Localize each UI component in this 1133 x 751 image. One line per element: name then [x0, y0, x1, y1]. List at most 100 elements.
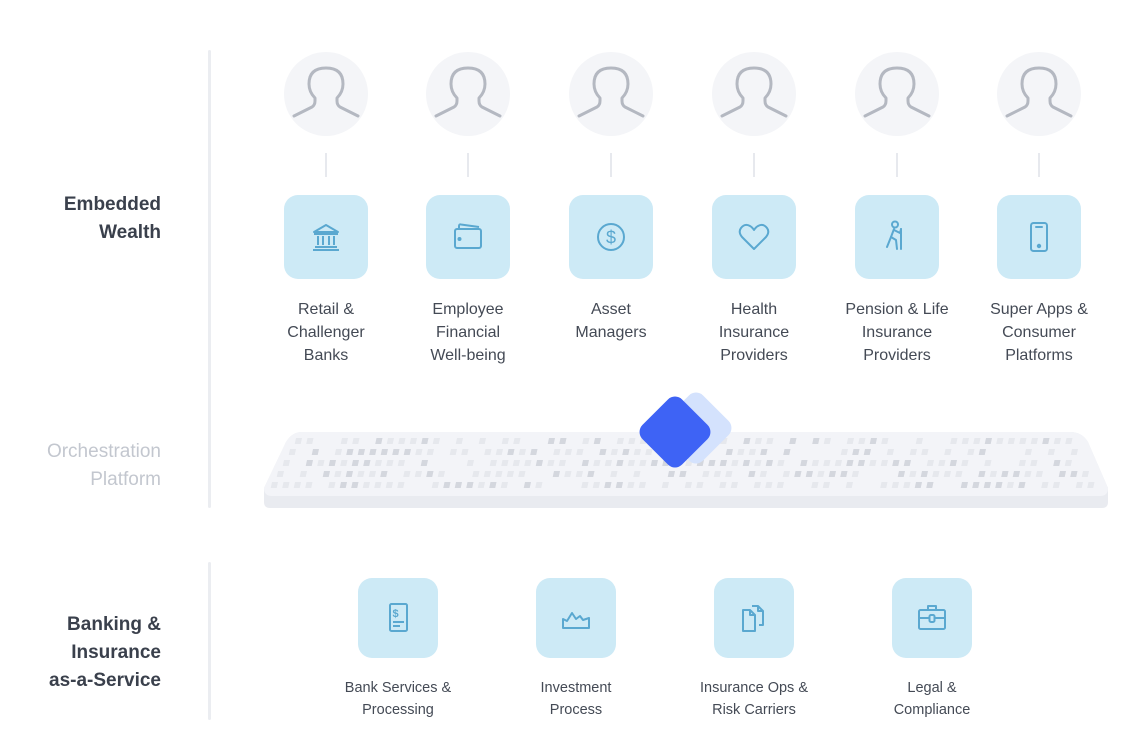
platform-cell — [409, 438, 418, 444]
wallet-icon — [454, 223, 482, 249]
platform-cell — [535, 460, 543, 466]
segment-tile — [997, 195, 1081, 279]
platform-cell — [328, 482, 336, 488]
platform-cell — [766, 438, 774, 444]
platform-cell — [363, 460, 371, 466]
segment-label: Retail & Challenger Banks — [287, 301, 365, 364]
platform-cell — [674, 438, 682, 444]
platform-cell — [466, 482, 474, 488]
platform-cell — [535, 482, 543, 488]
platform-cell — [518, 449, 527, 455]
platform-cell — [414, 471, 422, 477]
platform-cell — [639, 460, 647, 466]
platform-cell — [702, 471, 710, 477]
platform-cell — [593, 460, 601, 466]
platform-cell — [840, 471, 848, 477]
platform-cell — [431, 482, 440, 488]
platform-cell — [552, 471, 561, 477]
platform-cell — [967, 449, 975, 455]
platform-cell — [645, 449, 653, 455]
platform-cell — [978, 471, 986, 477]
platform-cell — [892, 460, 900, 466]
platform-cell — [921, 449, 929, 455]
platform-cell — [719, 482, 727, 488]
platform-cell — [1070, 471, 1078, 477]
platform-cell — [1070, 449, 1078, 455]
platform-cell — [523, 482, 532, 488]
platform-cell — [311, 449, 319, 455]
platform-cell — [1053, 460, 1061, 466]
platform-cell — [805, 471, 813, 477]
platform-cell — [604, 460, 612, 466]
platform-cell — [1024, 471, 1032, 477]
platform-cell — [782, 471, 790, 477]
platform-cell — [633, 449, 642, 455]
platform-cell — [328, 460, 336, 466]
segment-tile — [712, 195, 796, 279]
platform-cell — [443, 482, 451, 488]
platform-cell — [915, 438, 924, 444]
platform-cell — [789, 438, 797, 444]
platform-cell — [420, 460, 428, 466]
platform-cell — [828, 471, 836, 477]
platform-cell — [449, 449, 457, 455]
platform-cell — [415, 449, 423, 455]
platform-cell — [661, 482, 669, 488]
platform-cell — [461, 449, 469, 455]
platform-cell — [1081, 471, 1089, 477]
platform-cell — [547, 438, 555, 444]
platform-cell — [794, 471, 802, 477]
connector-line — [325, 153, 327, 177]
platform-cell — [477, 482, 486, 488]
platform-cell — [725, 471, 733, 477]
platform-cell — [1019, 438, 1027, 444]
platform-cell — [593, 438, 601, 444]
platform-cell — [500, 482, 509, 488]
service-label: Legal & Compliance — [893, 680, 971, 718]
connector-line — [1038, 153, 1040, 177]
platform-cell — [564, 471, 572, 477]
service-tile — [536, 578, 616, 658]
platform-cell — [708, 460, 716, 466]
platform-cell — [403, 471, 411, 477]
platform-cell — [1012, 471, 1020, 477]
segment-tile: $ — [569, 195, 653, 279]
platform-cell — [432, 438, 441, 444]
platform-cell — [380, 449, 388, 455]
platform-cell — [357, 449, 365, 455]
platform-cell — [822, 482, 831, 488]
section-label-banking-insurance-aas: Banking & Insurance as-a-Service — [49, 614, 161, 691]
platform-cell — [472, 471, 480, 477]
platform-cell — [800, 460, 808, 466]
platform-cell — [293, 482, 301, 488]
platform-cell — [1018, 482, 1026, 488]
service-label: Insurance Ops & Risk Carriers — [700, 680, 808, 718]
platform-graphic — [264, 432, 1108, 508]
platform-cell — [506, 471, 514, 477]
platform-cell — [783, 449, 791, 455]
platform-cell — [385, 482, 394, 488]
platform-cell — [811, 460, 819, 466]
platform-cell — [627, 460, 635, 466]
platform-cell — [754, 438, 762, 444]
platform-cell — [524, 460, 532, 466]
platform-cell — [374, 482, 382, 488]
divider-bottom — [208, 562, 211, 720]
dollar-coin-icon: $ — [597, 223, 625, 251]
platform-cell — [489, 482, 497, 488]
platform-cell — [984, 438, 993, 444]
platform-cell — [743, 438, 751, 444]
platform-cell — [1035, 471, 1043, 477]
platform-cell — [587, 471, 595, 477]
platform-cell — [1001, 471, 1009, 477]
platform-cell — [869, 438, 878, 444]
platform-cell — [386, 460, 394, 466]
platform-cell — [978, 449, 986, 455]
platform-cell — [397, 460, 405, 466]
platform-cell — [1075, 482, 1083, 488]
platform-cell — [696, 482, 704, 488]
platform-cell — [610, 449, 619, 455]
segment-tile — [426, 195, 510, 279]
platform-cell — [403, 449, 411, 455]
platform-cell — [564, 449, 573, 455]
